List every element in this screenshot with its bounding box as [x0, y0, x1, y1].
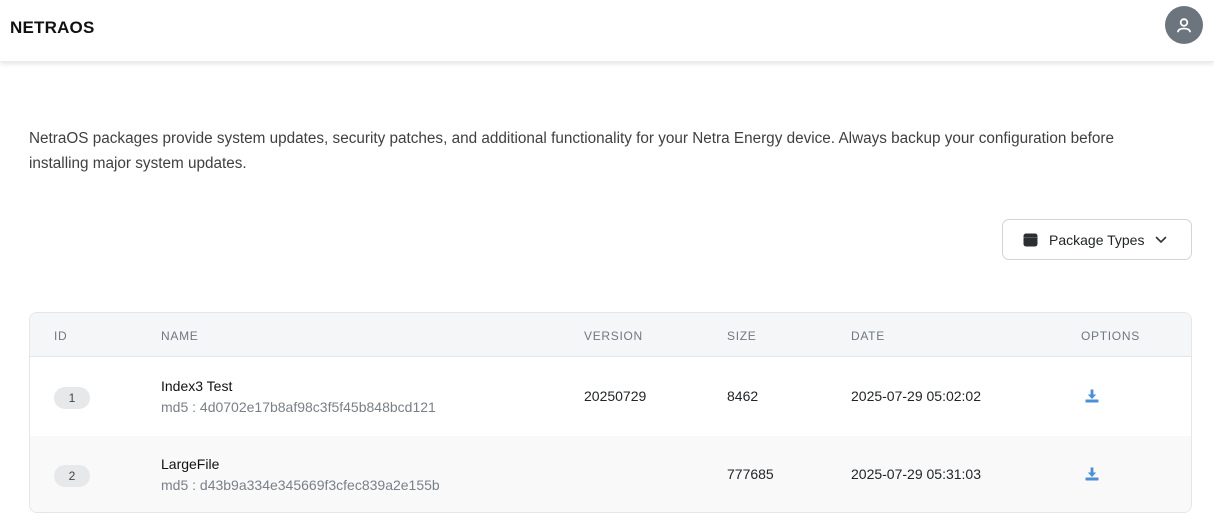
download-icon[interactable]: [1084, 466, 1100, 482]
column-header-date[interactable]: DATE: [851, 329, 885, 343]
column-header-version[interactable]: VERSION: [584, 329, 643, 343]
top-navbar: NETRAOS: [0, 0, 1214, 62]
package-name: Index3 Test: [161, 378, 233, 394]
package-md5: md5 : d43b9a334e345669f3cfec839a2e155b: [161, 477, 440, 493]
table-row: 1 Index3 Test md5 : 4d0702e17b8af98c3f5f…: [30, 358, 1191, 436]
package-size: 777685: [727, 466, 774, 482]
table-row: 2 LargeFile md5 : d43b9a334e345669f3cfec…: [30, 436, 1191, 512]
table-header: ID NAME VERSION SIZE DATE OPTIONS: [30, 313, 1191, 357]
package-types-dropdown[interactable]: Package Types: [1002, 219, 1192, 260]
id-badge: 1: [54, 387, 90, 409]
package-md5: md5 : 4d0702e17b8af98c3f5f45b848bcd121: [161, 399, 436, 415]
download-icon[interactable]: [1084, 388, 1100, 404]
packages-table: ID NAME VERSION SIZE DATE OPTIONS 1 Inde…: [29, 312, 1192, 513]
package-date: 2025-07-29 05:31:03: [851, 466, 981, 482]
column-header-options: OPTIONS: [1081, 329, 1140, 343]
chevron-down-icon: [1155, 236, 1167, 244]
package-version: 20250729: [584, 388, 647, 404]
brand-title[interactable]: NETRAOS: [10, 18, 95, 38]
package-size: 8462: [727, 388, 759, 404]
package-name: LargeFile: [161, 456, 220, 472]
package-icon: [1023, 233, 1038, 247]
package-types-label: Package Types: [1049, 231, 1145, 248]
package-date: 2025-07-29 05:02:02: [851, 388, 981, 404]
packages-description: NetraOS packages provide system updates,…: [29, 130, 1114, 172]
id-badge: 2: [54, 465, 90, 487]
user-icon: [1177, 18, 1191, 33]
column-header-name[interactable]: NAME: [161, 329, 198, 343]
column-header-size[interactable]: SIZE: [727, 329, 756, 343]
user-avatar-button[interactable]: [1165, 6, 1203, 44]
column-header-id[interactable]: ID: [54, 329, 67, 343]
